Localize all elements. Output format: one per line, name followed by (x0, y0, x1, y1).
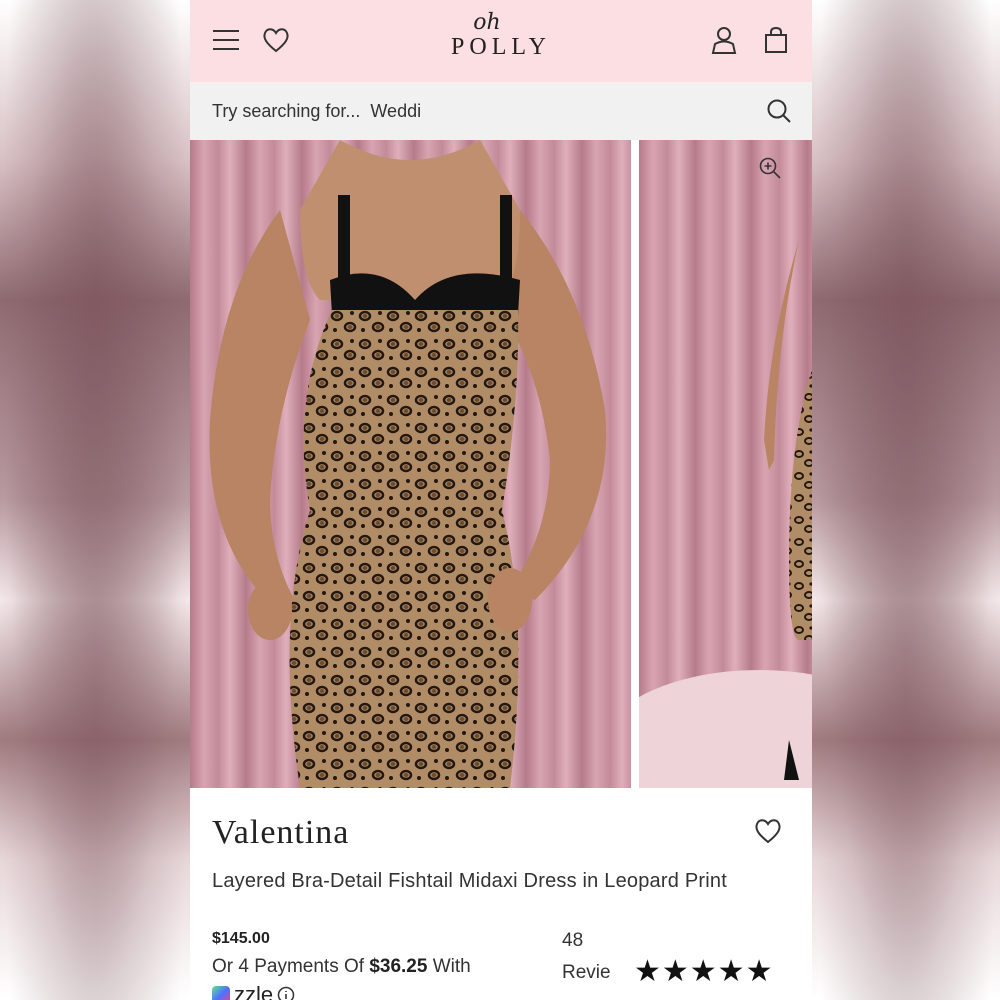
bag-button[interactable] (758, 22, 794, 58)
pay-provider-logo (212, 986, 230, 1000)
search-icon (767, 99, 791, 123)
search-bar[interactable]: Try searching for... Weddi (190, 82, 812, 140)
user-icon (711, 27, 737, 54)
top-navigation: oh POLLY (190, 0, 812, 82)
zoom-in-icon (759, 157, 781, 179)
product-info: Valentina Layered Bra-Detail Fishtail Mi… (190, 788, 812, 1000)
reviews-label[interactable]: Revie (562, 962, 616, 984)
reviews-count[interactable]: 48 (562, 930, 583, 952)
installment-amount: $36.25 (369, 956, 428, 977)
product-price: $145.00 (212, 930, 270, 947)
add-to-wishlist-button[interactable] (754, 818, 782, 849)
product-brand: Valentina (212, 814, 350, 851)
info-icon (277, 986, 295, 1000)
product-image-main[interactable] (190, 140, 631, 788)
bag-icon (765, 26, 787, 53)
installment-suffix: With (427, 956, 471, 977)
search-button[interactable] (766, 98, 792, 129)
product-image-next[interactable] (639, 140, 812, 788)
installment-prefix: Or 4 Payments Of (212, 956, 370, 977)
product-title: Layered Bra-Detail Fishtail Midaxi Dress… (212, 870, 727, 892)
search-suggestion: Weddi (370, 100, 422, 121)
model-figure-2 (639, 240, 812, 788)
rating-stars[interactable]: ★★★★★ (634, 954, 773, 989)
background-blur-right (812, 0, 1000, 1000)
zoom-button[interactable] (758, 156, 782, 185)
installment-text: Or 4 Payments Of $36.25 With (212, 956, 471, 978)
account-button[interactable] (706, 22, 742, 58)
search-label: Try searching for... (212, 100, 361, 121)
pay-provider[interactable]: zzle (212, 982, 295, 1000)
mobile-screen: oh POLLY Try searching for... Weddi Vale… (190, 0, 812, 1000)
model-figure (209, 140, 607, 788)
pay-provider-name: zzle (234, 982, 274, 1000)
wishlist-heart-icon (755, 819, 781, 844)
product-image-gallery[interactable] (190, 140, 812, 788)
background-blur-left (0, 0, 190, 1000)
